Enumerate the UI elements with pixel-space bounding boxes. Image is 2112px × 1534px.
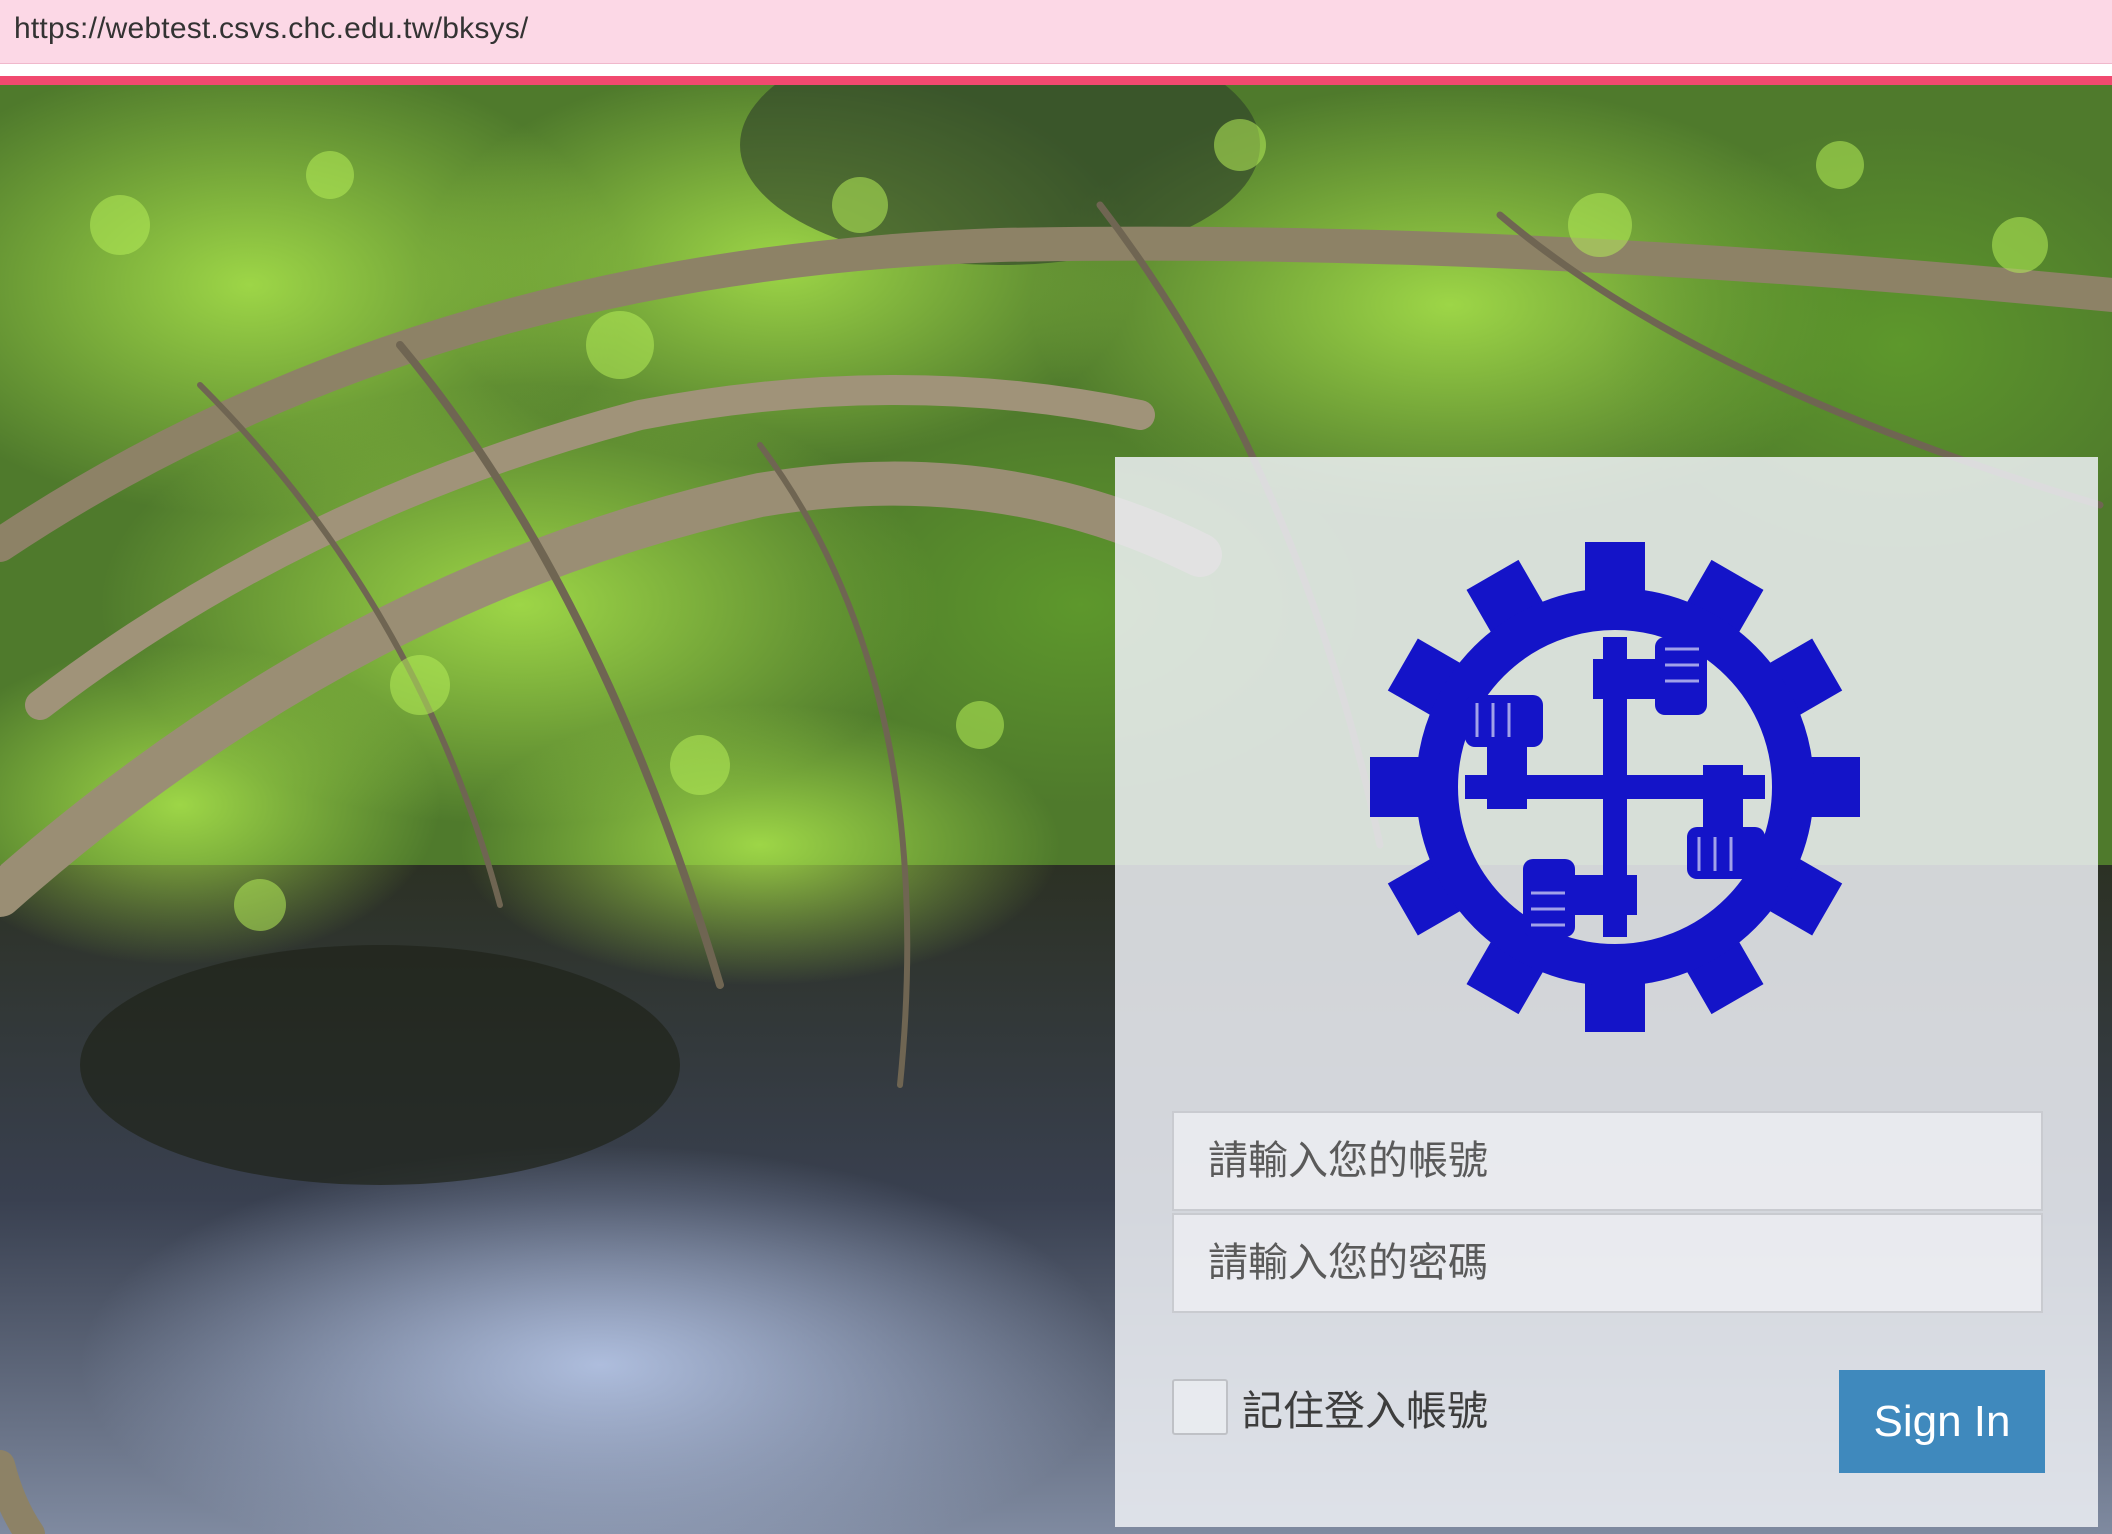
- toolbar-accent-line: [0, 76, 2112, 85]
- url-text[interactable]: https://webtest.csvs.chc.edu.tw/bksys/: [14, 12, 528, 46]
- password-input[interactable]: [1172, 1213, 2043, 1313]
- remember-checkbox[interactable]: [1172, 1379, 1228, 1435]
- remember-account-toggle[interactable]: 記住登入帳號: [1172, 1377, 1488, 1437]
- gear-hands-school-logo: [1355, 527, 1875, 1047]
- login-panel: 記住登入帳號 Sign In: [1115, 457, 2098, 1527]
- sign-in-button[interactable]: Sign In: [1839, 1370, 2045, 1473]
- username-input[interactable]: [1172, 1111, 2043, 1211]
- remember-label: 記住登入帳號: [1242, 1387, 1488, 1435]
- browser-address-bar[interactable]: https://webtest.csvs.chc.edu.tw/bksys/: [0, 0, 2112, 64]
